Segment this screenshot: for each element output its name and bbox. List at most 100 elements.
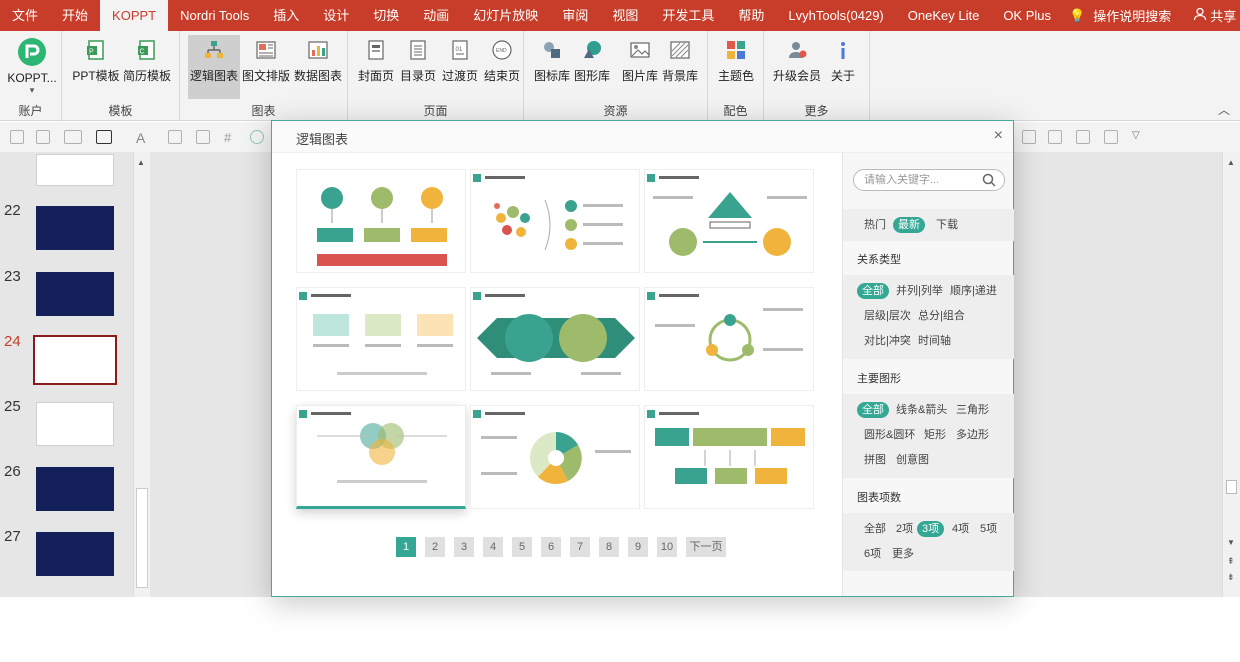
page-button[interactable]: 9 (628, 537, 648, 557)
editor-scrollbar[interactable]: ▲ ▼ ⇞ ⇟ (1222, 152, 1240, 597)
background-library-button[interactable]: 背景库 (660, 35, 700, 99)
shape-library-button[interactable]: 图形库 (572, 35, 612, 99)
count-4[interactable]: 4项 (947, 521, 974, 537)
count-5[interactable]: 5项 (975, 521, 1002, 537)
shape-creative[interactable]: 创意图 (891, 452, 934, 468)
relation-parallel[interactable]: 并列|列举 (891, 283, 948, 299)
relation-total-part[interactable]: 总分|组合 (913, 308, 970, 324)
scroll-up-icon[interactable]: ▲ (137, 158, 145, 167)
sort-latest[interactable]: 最新 (893, 217, 925, 233)
relation-sequence[interactable]: 顺序|递进 (945, 283, 1002, 299)
template-card[interactable] (644, 169, 814, 273)
relation-all[interactable]: 全部 (857, 283, 889, 299)
align-tool-icon[interactable] (1076, 130, 1090, 144)
slide-panel-scrollbar[interactable]: ▲ (133, 152, 150, 597)
tab-slideshow[interactable]: 幻灯片放映 (461, 0, 550, 31)
slide-thumbnail-23[interactable] (36, 272, 114, 316)
count-3[interactable]: 3项 (917, 521, 945, 537)
toolbar-tool-icon[interactable] (10, 130, 24, 144)
toolbar-tool-icon[interactable] (36, 130, 50, 144)
page-button[interactable]: 8 (599, 537, 619, 557)
transition-page-button[interactable]: 01 过渡页 (440, 35, 480, 99)
icon-library-button[interactable]: 图标库 (532, 35, 572, 99)
tab-home[interactable]: 开始 (50, 0, 100, 31)
image-text-layout-button[interactable]: 图文排版 (240, 35, 292, 99)
keyword-search-input[interactable]: 请输入关键字... (853, 169, 1005, 191)
page-button[interactable]: 5 (512, 537, 532, 557)
page-button[interactable]: 6 (541, 537, 561, 557)
toolbar-more-icon[interactable]: ▽ (1132, 130, 1146, 144)
logic-chart-button[interactable]: 逻辑图表 (188, 35, 240, 99)
next-page-button[interactable]: 下一页 (686, 537, 726, 557)
template-card[interactable] (470, 405, 640, 509)
page-button[interactable]: 3 (454, 537, 474, 557)
page-button[interactable]: 4 (483, 537, 503, 557)
template-card[interactable] (470, 169, 640, 273)
data-chart-button[interactable]: 数据图表 (292, 35, 344, 99)
align-tool-icon[interactable] (1048, 130, 1062, 144)
tab-design[interactable]: 设计 (311, 0, 361, 31)
grid-icon[interactable]: # (224, 130, 238, 145)
shape-lines-arrows[interactable]: 线条&箭头 (891, 402, 952, 418)
tab-koppt[interactable]: KOPPT (100, 0, 169, 31)
tab-transitions[interactable]: 切换 (361, 0, 411, 31)
shape-circle-ring[interactable]: 圆形&圆环 (859, 427, 920, 443)
slide-thumbnail-24[interactable] (33, 335, 117, 385)
shape-puzzle[interactable]: 拼图 (859, 452, 891, 468)
page-button[interactable]: 2 (425, 537, 445, 557)
template-card[interactable] (296, 169, 466, 273)
align-tool-icon[interactable] (1022, 130, 1036, 144)
tab-developer[interactable]: 开发工具 (650, 0, 726, 31)
shape-polygon[interactable]: 多边形 (951, 427, 994, 443)
relation-contrast[interactable]: 对比|冲突 (859, 333, 916, 349)
upgrade-member-button[interactable]: 升级会员 (770, 35, 824, 99)
sort-downloads[interactable]: 下载 (931, 217, 963, 233)
scroll-up-icon[interactable]: ▲ (1227, 158, 1235, 167)
ppt-template-button[interactable]: P PPT模板 (72, 35, 120, 99)
image-library-button[interactable]: 图片库 (620, 35, 660, 99)
cover-page-button[interactable]: 封面页 (356, 35, 396, 99)
tab-onekey-lite[interactable]: OneKey Lite (896, 0, 992, 31)
page-button[interactable]: 7 (570, 537, 590, 557)
theme-color-button[interactable]: 主题色 (716, 35, 756, 99)
eyedropper-icon[interactable] (168, 130, 182, 144)
count-6[interactable]: 6项 (859, 546, 886, 562)
font-a-icon[interactable]: A (136, 130, 150, 146)
page-button-current[interactable]: 1 (396, 537, 416, 557)
scrollbar-thumb[interactable] (136, 488, 148, 588)
relation-hierarchy[interactable]: 层级|层次 (859, 308, 916, 324)
close-icon[interactable]: × (994, 127, 1003, 145)
text-format-icon[interactable] (96, 130, 112, 144)
count-2[interactable]: 2项 (891, 521, 918, 537)
tell-me-search[interactable]: 操作说明搜索 (1093, 6, 1171, 25)
tab-ok-plus[interactable]: OK Plus (991, 0, 1063, 31)
relation-timeline[interactable]: 时间轴 (913, 333, 956, 349)
share-button[interactable]: 共享 (1210, 6, 1236, 25)
shape-tool-icon[interactable] (196, 130, 210, 144)
template-card[interactable] (644, 287, 814, 391)
scroll-down-icon[interactable]: ▼ (1227, 538, 1235, 547)
slide-thumbnail[interactable] (36, 154, 114, 186)
collapse-ribbon-icon[interactable]: ︿ (1218, 101, 1230, 118)
tab-animations[interactable]: 动画 (411, 0, 461, 31)
next-slide-icon[interactable]: ⇟ (1227, 572, 1235, 583)
page-button[interactable]: 10 (657, 537, 677, 557)
tab-view[interactable]: 视图 (600, 0, 650, 31)
template-card[interactable] (296, 405, 466, 509)
search-icon[interactable] (982, 173, 996, 187)
textbox-icon[interactable] (64, 130, 82, 144)
template-card[interactable] (296, 287, 466, 391)
previous-slide-icon[interactable]: ⇞ (1227, 556, 1235, 567)
slide-thumbnail-26[interactable] (36, 467, 114, 511)
slide-thumbnail-27[interactable] (36, 532, 114, 576)
tab-insert[interactable]: 插入 (261, 0, 311, 31)
template-card[interactable] (644, 405, 814, 509)
shape-all[interactable]: 全部 (857, 402, 889, 418)
shape-triangle[interactable]: 三角形 (951, 402, 994, 418)
tab-review[interactable]: 审阅 (550, 0, 600, 31)
count-all[interactable]: 全部 (859, 521, 891, 537)
count-more[interactable]: 更多 (887, 546, 919, 562)
resume-template-button[interactable]: C 简历模板 (122, 35, 172, 99)
slide-thumbnail-22[interactable] (36, 206, 114, 250)
align-tool-icon[interactable] (1104, 130, 1118, 144)
